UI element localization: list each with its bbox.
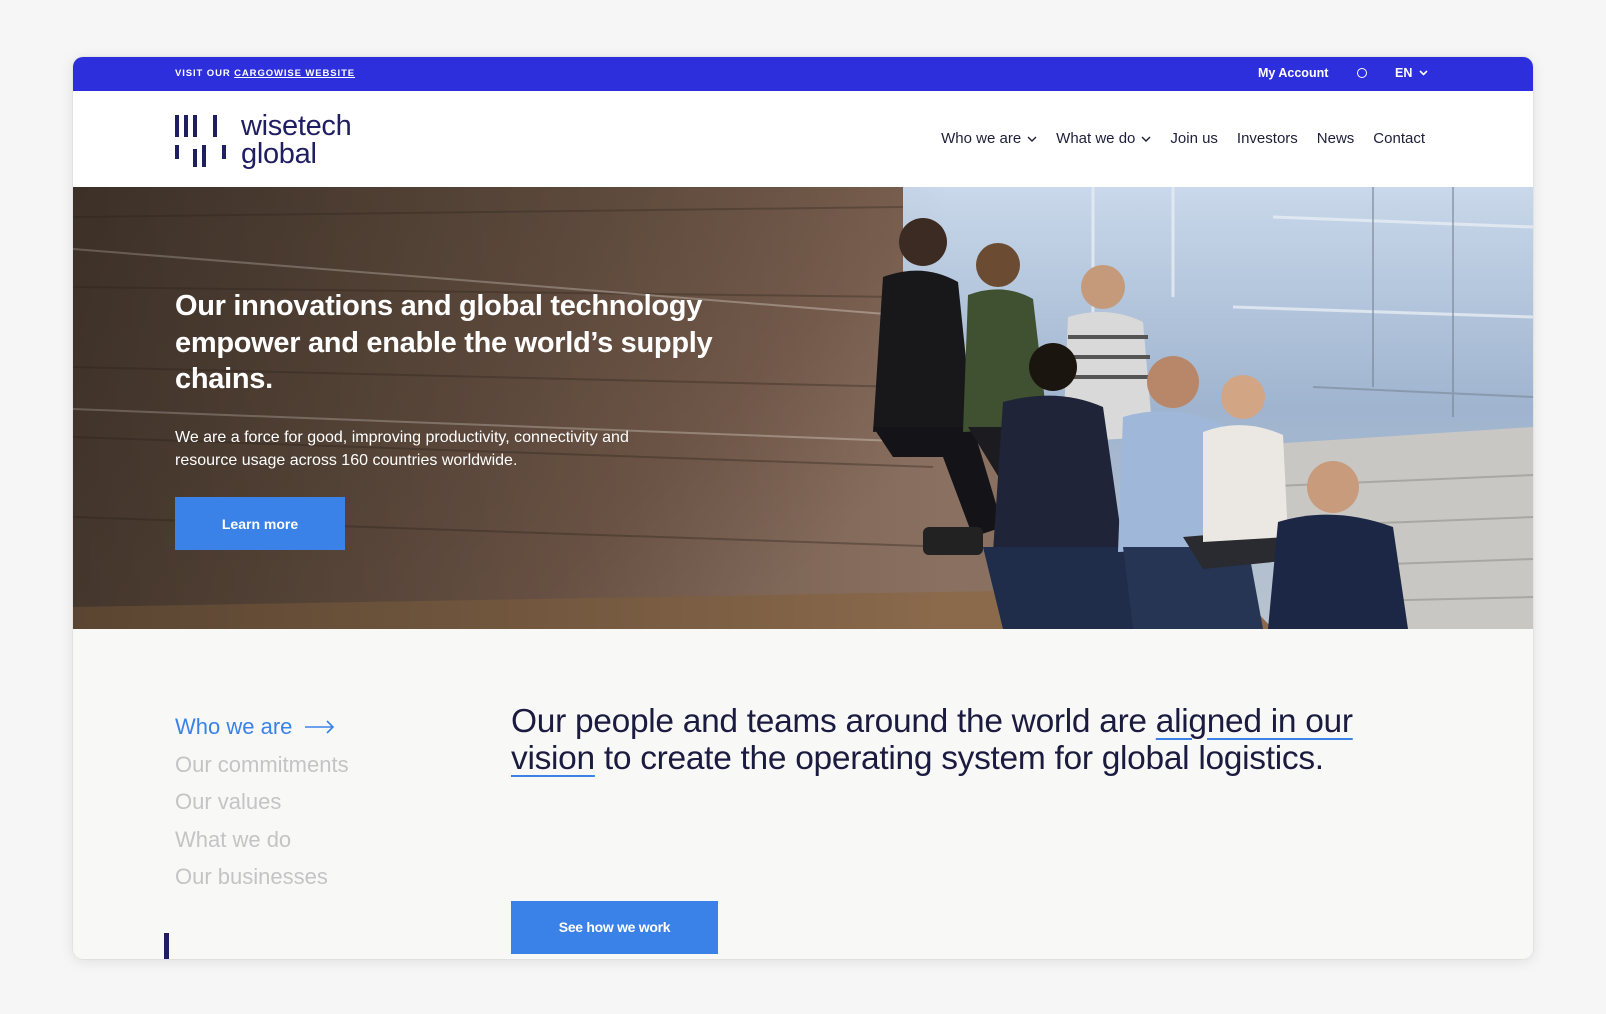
language-selector[interactable]: EN [1395,66,1428,80]
wisetech-global-logo[interactable]: wisetech global [175,110,375,175]
hero-content: Our innovations and global technology em… [175,288,755,472]
hero-title: Our innovations and global technology em… [175,290,713,395]
hero-banner: Our innovations and global technology em… [73,187,1533,629]
side-nav-our-businesses[interactable]: Our businesses [175,858,349,896]
scroll-progress-marker [164,933,169,959]
nav-who-we-are[interactable]: Who we are [941,130,1037,147]
site-header: wisetech global Who we are What we do Jo… [73,91,1533,187]
side-nav-our-values[interactable]: Our values [175,783,349,821]
nav-contact[interactable]: Contact [1373,130,1425,147]
side-nav-label: Who we are [175,714,293,739]
my-account-link[interactable]: My Account [1258,66,1328,80]
logo-wordmark: wisetech global [241,110,352,170]
logo-line-2: global [241,138,317,170]
hero-subtitle: We are a force for good, improving produ… [175,428,629,469]
chevron-down-icon [1027,136,1037,142]
language-label: EN [1395,66,1413,80]
nav-news[interactable]: News [1317,130,1355,147]
statement-part-2: to create the operating system for globa… [594,740,1324,777]
section-side-nav: Who we are Our commitments Our values Wh… [175,708,349,896]
logo-mark-icon [175,115,235,171]
nav-what-we-do[interactable]: What we do [1056,130,1151,147]
statement-part-1: Our people and teams around the world ar… [511,703,1156,740]
nav-investors[interactable]: Investors [1237,130,1298,147]
utility-bar: VISIT OUR CARGOWISE WEBSITE My Account E… [73,57,1533,91]
search-icon[interactable] [1356,67,1369,80]
chevron-down-icon [1141,136,1151,142]
mission-statement: Our people and teams around the world ar… [511,703,1441,954]
chevron-down-icon [1419,70,1428,76]
arrow-right-icon [305,720,335,734]
browser-page: VISIT OUR CARGOWISE WEBSITE My Account E… [73,57,1533,959]
see-how-we-work-button[interactable]: See how we work [511,901,718,954]
nav-label: Who we are [941,130,1022,147]
side-nav-what-we-do[interactable]: What we do [175,821,349,859]
visit-prefix: VISIT OUR [175,68,231,79]
logo-line-1: wisetech [241,110,352,142]
side-nav-who-we-are[interactable]: Who we are [175,708,349,746]
learn-more-button[interactable]: Learn more [175,497,345,550]
main-nav: Who we are What we do Join us Investors … [941,130,1425,147]
nav-label: What we do [1056,130,1136,147]
nav-join-us[interactable]: Join us [1170,130,1218,147]
cargowise-website-link[interactable]: CARGOWISE WEBSITE [234,68,355,79]
visit-cargowise-text: VISIT OUR CARGOWISE WEBSITE [175,68,355,79]
side-nav-our-commitments[interactable]: Our commitments [175,746,349,784]
